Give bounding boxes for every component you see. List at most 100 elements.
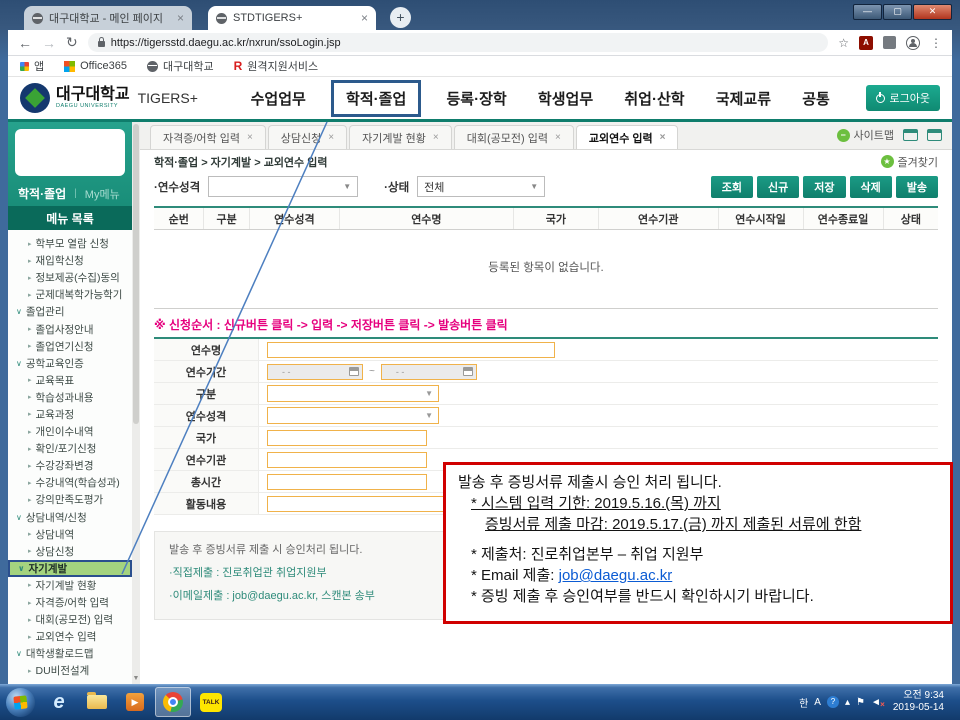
sidebar-item[interactable]: ▸상담신청 — [8, 543, 132, 560]
logout-button[interactable]: 로그아웃 — [866, 85, 940, 111]
action-button-저장[interactable]: 저장 — [803, 176, 845, 198]
sidebar-item[interactable]: ▸교육과정 — [8, 406, 132, 423]
tab-close-icon[interactable]: × — [555, 132, 561, 143]
tab-close-icon[interactable]: × — [361, 11, 368, 25]
text-input-연수기관[interactable] — [267, 452, 427, 468]
bookmark-item[interactable]: R원격지원서비스 — [234, 58, 319, 74]
nav-item-link[interactable]: 공통 — [796, 81, 836, 116]
date-input-start[interactable]: - - — [267, 364, 363, 380]
workspace-tab[interactable]: 자격증/어학 입력× — [150, 125, 266, 149]
sidebar-item[interactable]: ▸자격증/어학 입력 — [8, 594, 132, 611]
sidebar-tab-mymenu[interactable]: My메뉴 — [85, 186, 120, 202]
pdf-extension-icon[interactable]: A — [859, 36, 873, 50]
nav-item-link[interactable]: 취업·산학 — [618, 81, 690, 116]
nav-item-link[interactable]: 국제교류 — [710, 81, 777, 116]
nav-item-link[interactable]: 수업업무 — [245, 81, 312, 116]
maximize-button[interactable]: ▢ — [883, 4, 912, 20]
calendar-icon[interactable] — [349, 367, 359, 376]
sidebar-item[interactable]: ▸자기계발 현황 — [8, 577, 132, 594]
browser-tab[interactable]: STDTIGERS+× — [208, 6, 376, 30]
close-button[interactable]: ✕ — [913, 4, 952, 20]
sidebar-item[interactable]: ▸수강내역(학습성과) — [8, 474, 132, 491]
tab-close-icon[interactable]: × — [660, 132, 666, 143]
email-link[interactable]: job@daegu.ac.kr — [559, 567, 673, 584]
sidebar-item[interactable]: ▸졸업사정안내 — [8, 320, 132, 337]
bookmark-item[interactable]: 앱 — [20, 58, 44, 74]
scrollbar-thumb[interactable] — [133, 124, 139, 424]
taskbar-clock[interactable]: 오전 9:34 2019-05-14 — [887, 690, 950, 715]
workspace-tab[interactable]: 교외연수 입력× — [576, 125, 679, 149]
sidebar-item[interactable]: ▸교외연수 입력 — [8, 628, 132, 645]
sidebar-item[interactable]: ∨자기계발 — [8, 560, 132, 577]
tab-close-icon[interactable]: × — [328, 132, 334, 143]
scroll-down-arrow-icon[interactable]: ▼ — [132, 675, 140, 682]
select-구분[interactable]: ▼ — [267, 385, 439, 402]
extension-icon[interactable] — [883, 36, 896, 49]
favorites-button[interactable]: ★ 즐겨찾기 — [881, 154, 938, 170]
sidebar-tab-main[interactable]: 학적·졸업 — [18, 185, 66, 202]
volume-muted-icon[interactable]: ◄ — [871, 697, 881, 708]
action-button-발송[interactable]: 발송 — [896, 176, 938, 198]
sidebar-item[interactable]: ∨상담내역/신청 — [8, 509, 132, 526]
sidebar-item[interactable]: ▸학부모 열람 신청 — [8, 235, 132, 252]
sidebar-item[interactable]: ∨졸업관리 — [8, 303, 132, 320]
sidebar-item[interactable]: ∨공학교육인증 — [8, 355, 132, 372]
action-center-flag-icon[interactable]: ⚑ — [856, 697, 865, 708]
text-input-국가[interactable] — [267, 430, 427, 446]
sidebar-item[interactable]: ▸강의만족도평가 — [8, 491, 132, 508]
sitemap-link[interactable]: 사이트맵 — [837, 127, 894, 143]
window-close-all-icon[interactable] — [927, 129, 942, 141]
sidebar-scrollbar[interactable]: ▼ — [132, 122, 140, 684]
bookmark-item[interactable]: Office365 — [64, 60, 127, 72]
window-open-icon[interactable] — [903, 129, 918, 141]
action-button-조회[interactable]: 조회 — [711, 176, 753, 198]
date-input-end[interactable]: - - — [381, 364, 477, 380]
select-연수성격[interactable]: ▼ — [267, 407, 439, 424]
browser-tab[interactable]: 대구대학교 - 메인 페이지× — [24, 6, 192, 30]
menu-dots-icon[interactable]: ⋮ — [930, 36, 942, 50]
text-input-총시간[interactable] — [267, 474, 427, 490]
reload-icon[interactable]: ↻ — [66, 34, 78, 51]
taskbar-chrome[interactable] — [155, 687, 191, 717]
new-tab-button[interactable]: + — [390, 7, 411, 28]
action-button-삭제[interactable]: 삭제 — [850, 176, 892, 198]
sidebar-item[interactable]: ▸졸업연기신청 — [8, 338, 132, 355]
nav-item-link[interactable]: 등록·장학 — [440, 81, 512, 116]
sidebar-item[interactable]: ▸대회(공모전) 입력 — [8, 611, 132, 628]
sidebar-item[interactable]: ▸재입학신청 — [8, 252, 132, 269]
workspace-tab[interactable]: 자기계발 현황× — [349, 125, 452, 149]
workspace-tab[interactable]: 대회(공모전) 입력× — [454, 125, 574, 149]
sidebar-item[interactable]: ▸상담내역 — [8, 526, 132, 543]
hidden-icons-arrow[interactable]: ▴ — [845, 697, 850, 708]
sidebar-item[interactable]: ▸교육목표 — [8, 372, 132, 389]
filter-select-state[interactable]: 전체 ▼ — [417, 176, 545, 197]
help-icon[interactable]: ? — [827, 696, 839, 708]
address-bar[interactable]: https://tigersstd.daegu.ac.kr/nxrun/ssoL… — [88, 33, 829, 52]
start-button[interactable] — [6, 688, 35, 717]
taskbar-ie[interactable]: e — [41, 687, 77, 717]
tab-close-icon[interactable]: × — [433, 132, 439, 143]
sidebar-item[interactable]: ▸정보제공(수집)동의 — [8, 269, 132, 286]
taskbar-media-player[interactable]: ▶ — [117, 687, 153, 717]
taskbar-kakaotalk[interactable]: TALK — [193, 687, 229, 717]
sidebar-item[interactable]: ▸수강강좌변경 — [8, 457, 132, 474]
bookmark-star-icon[interactable]: ☆ — [838, 36, 849, 50]
taskbar-explorer[interactable] — [79, 687, 115, 717]
ime-english-icon[interactable]: A — [814, 697, 821, 708]
sidebar-item[interactable]: ▸군제대복학가능학기 — [8, 286, 132, 303]
back-icon[interactable]: ← — [18, 35, 32, 51]
calendar-icon[interactable] — [463, 367, 473, 376]
action-button-신규[interactable]: 신규 — [757, 176, 799, 198]
sidebar-item[interactable]: ▸확인/포기신청 — [8, 440, 132, 457]
minimize-button[interactable]: — — [853, 4, 882, 20]
tab-close-icon[interactable]: × — [177, 11, 184, 25]
nav-item-link[interactable]: 학생업무 — [532, 81, 599, 116]
profile-icon[interactable] — [906, 36, 920, 50]
workspace-tab[interactable]: 상담신청× — [268, 125, 347, 149]
bookmark-item[interactable]: 대구대학교 — [147, 58, 214, 74]
sidebar-item[interactable]: ▸DU비전설계 — [8, 662, 132, 679]
tab-close-icon[interactable]: × — [247, 132, 253, 143]
sidebar-item[interactable]: ▸학습성과내용 — [8, 389, 132, 406]
ime-korean-icon[interactable]: 한 — [799, 695, 808, 710]
forward-icon[interactable]: → — [42, 35, 56, 51]
